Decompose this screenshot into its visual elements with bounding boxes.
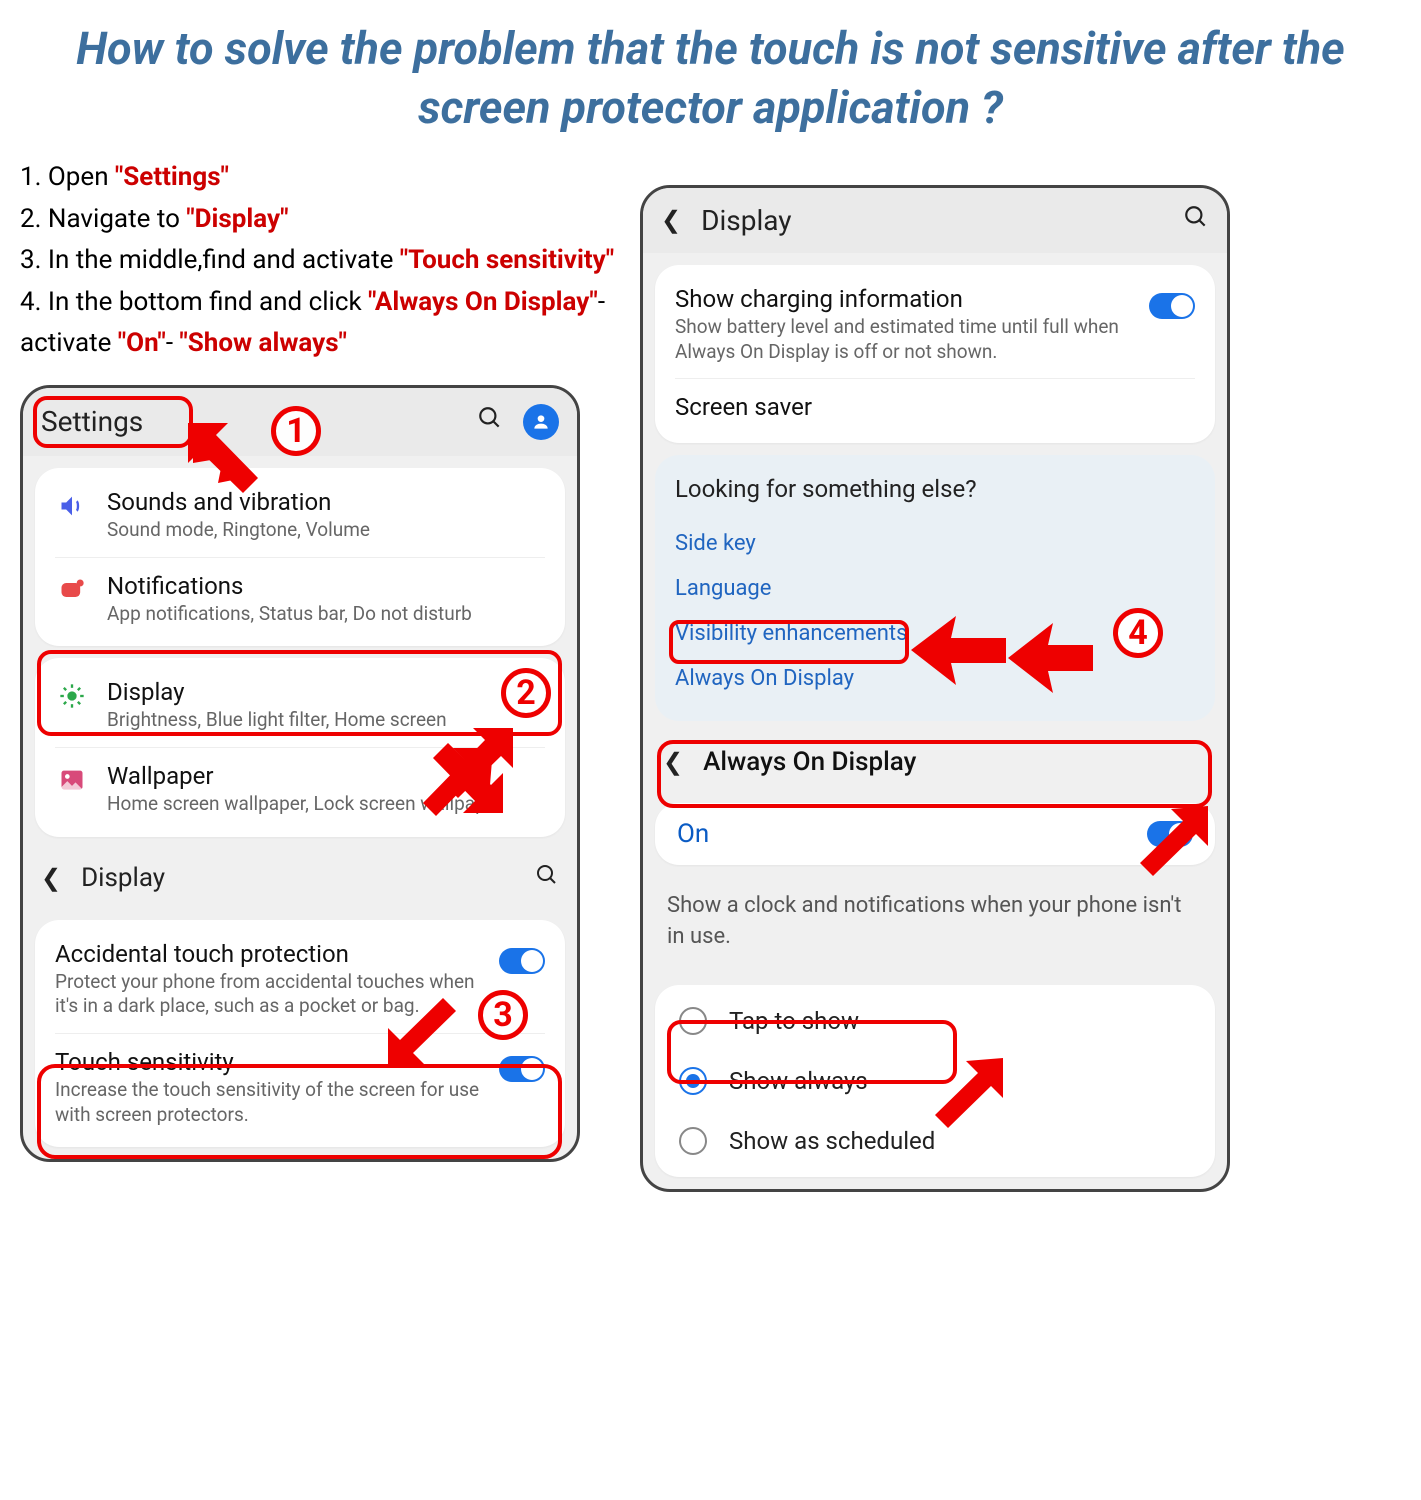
search-icon[interactable]	[477, 405, 503, 438]
aod-on-row[interactable]: On	[655, 803, 1215, 865]
phone-mockups: Settings Sounds and vibration Sound mode…	[20, 385, 1401, 1192]
settings-group-2: Display Brightness, Blue light filter, H…	[35, 658, 565, 836]
aod-on-toggle[interactable]	[1147, 821, 1193, 847]
back-icon[interactable]: ❮	[663, 748, 683, 776]
settings-row-wallpaper[interactable]: Wallpaper Home screen wallpaper, Lock sc…	[55, 747, 545, 831]
display-header: ❮ Display	[643, 188, 1227, 253]
link-side-key[interactable]: Side key	[675, 521, 1195, 566]
brightness-icon	[55, 678, 89, 710]
touch-sensitivity-toggle[interactable]	[499, 1056, 545, 1082]
link-language[interactable]: Language	[675, 566, 1195, 611]
notification-icon	[55, 572, 89, 604]
row-sub: Sound mode, Ringtone, Volume	[107, 518, 545, 543]
back-icon[interactable]: ❮	[661, 206, 681, 234]
settings-group-1: Sounds and vibration Sound mode, Rington…	[35, 468, 565, 646]
aod-subheader: ❮ Always On Display	[643, 733, 1227, 791]
aod-on-card: On	[655, 803, 1215, 865]
row-title: Sounds and vibration	[107, 488, 545, 516]
looking-for-card: Looking for something else? Side key Lan…	[655, 455, 1215, 721]
link-always-on-display[interactable]: Always On Display	[675, 656, 1195, 701]
settings-header: Settings	[23, 388, 577, 456]
profile-avatar-icon[interactable]	[523, 404, 559, 440]
settings-title: Settings	[41, 405, 477, 438]
aod-description: Show a clock and notifications when your…	[643, 877, 1227, 973]
phone-right: ❮ Display Show charging information Show…	[640, 185, 1230, 1192]
display-section-header: ❮ Display	[23, 849, 577, 908]
option-show-always[interactable]: Show always	[655, 1051, 1215, 1111]
charging-info-row[interactable]: Show charging information Show battery l…	[655, 271, 1215, 378]
accidental-touch-toggle[interactable]	[499, 948, 545, 974]
search-icon[interactable]	[1183, 204, 1209, 237]
search-icon[interactable]	[535, 863, 559, 894]
settings-row-notifications[interactable]: Notifications App notifications, Status …	[55, 557, 545, 641]
settings-row-display[interactable]: Display Brightness, Blue light filter, H…	[35, 664, 565, 747]
settings-row-sounds[interactable]: Sounds and vibration Sound mode, Rington…	[35, 474, 565, 557]
instruction-steps: 1. Open "Settings" 2. Navigate to "Displ…	[20, 157, 660, 365]
aod-options-card: Tap to show Show always Show as schedule…	[655, 985, 1215, 1177]
display-options-card: Accidental touch protection Protect your…	[35, 920, 565, 1148]
radio-icon[interactable]	[679, 1007, 707, 1035]
page-title: How to solve the problem that the touch …	[20, 20, 1401, 137]
phone-left: Settings Sounds and vibration Sound mode…	[20, 385, 580, 1163]
option-tap-to-show[interactable]: Tap to show	[655, 991, 1215, 1051]
radio-icon[interactable]	[679, 1127, 707, 1155]
screensaver-row[interactable]: Screen saver	[675, 378, 1195, 437]
wallpaper-icon	[55, 762, 89, 794]
accidental-touch-row[interactable]: Accidental touch protection Protect your…	[35, 926, 565, 1033]
radio-icon[interactable]	[679, 1067, 707, 1095]
option-show-scheduled[interactable]: Show as scheduled	[655, 1111, 1215, 1171]
back-icon[interactable]: ❮	[41, 864, 61, 892]
display-card-top: Show charging information Show battery l…	[655, 265, 1215, 443]
charging-info-toggle[interactable]	[1149, 293, 1195, 319]
link-visibility[interactable]: Visibility enhancements	[675, 611, 1195, 656]
sound-icon	[55, 488, 89, 520]
touch-sensitivity-row[interactable]: Touch sensitivity Increase the touch sen…	[55, 1033, 545, 1141]
